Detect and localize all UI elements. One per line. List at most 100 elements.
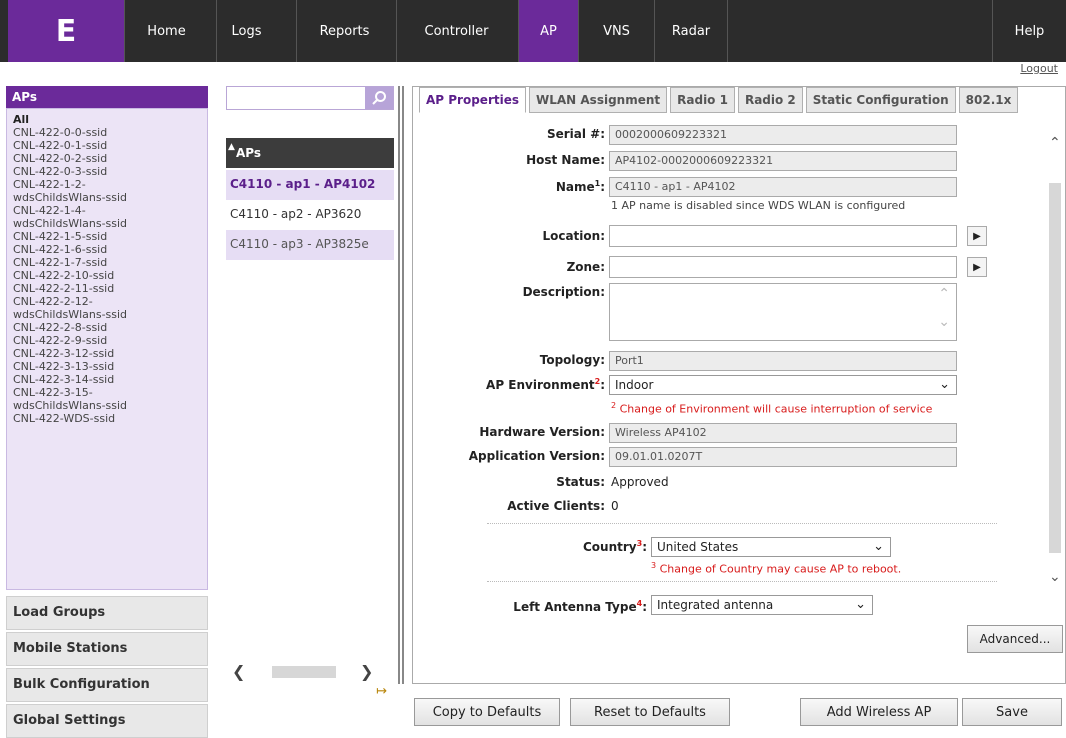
sidebar-item[interactable]: CNL-422-1-7-ssid [13, 256, 201, 269]
tab-ap-properties[interactable]: AP Properties [419, 87, 526, 113]
nav-controller[interactable]: Controller [396, 0, 516, 62]
textarea-up-icon[interactable]: ⌃ [938, 286, 950, 302]
location-input[interactable] [609, 225, 957, 247]
search-icon [372, 91, 386, 105]
country-note-mark: 3 [651, 561, 657, 570]
sidebar-item[interactable]: CNL-422-0-1-ssid [13, 139, 201, 152]
antenna-label-colon: : [642, 600, 647, 614]
sidebar-item[interactable]: CNL-422-WDS-ssid [13, 412, 201, 425]
sidebar-item[interactable]: wdsChildsWlans-ssid [13, 191, 201, 204]
ap-group-list: All CNL-422-0-0-ssid CNL-422-0-1-ssid CNL-… [6, 108, 208, 590]
sidebar-load-groups[interactable]: Load Groups [6, 596, 208, 630]
sidebar-item[interactable]: wdsChildsWlans-ssid [13, 399, 201, 412]
application-version-field: 09.01.01.0207T [609, 447, 957, 467]
chevron-down-icon: ⌄ [939, 377, 950, 392]
tab-8021x[interactable]: 802.1x [958, 87, 1019, 113]
name-label: Name1: [556, 179, 605, 194]
nav-radar[interactable]: Radar [654, 0, 728, 62]
sidebar-item[interactable]: CNL-422-2-8-ssid [13, 321, 201, 334]
tab-wlan-assignment[interactable]: WLAN Assignment [529, 87, 668, 113]
sidebar-item[interactable]: CNL-422-1-2- [13, 178, 201, 191]
ap-search-box [226, 86, 394, 110]
country-label-colon: : [642, 540, 647, 554]
nav-home[interactable]: Home [124, 0, 208, 62]
name-label-colon: : [600, 180, 605, 194]
sidebar-item[interactable]: wdsChildsWlans-ssid [13, 308, 201, 321]
sidebar-item[interactable]: CNL-422-1-5-ssid [13, 230, 201, 243]
sidebar-item[interactable]: CNL-422-0-3-ssid [13, 165, 201, 178]
save-button[interactable]: Save [962, 698, 1062, 726]
ap-row-1[interactable]: C4110 - ap1 - AP4102 [226, 170, 394, 200]
brand-logo[interactable]: E [8, 0, 124, 62]
topology-field: Port1 [609, 351, 957, 371]
play-arrow-icon: ▶ [973, 261, 981, 273]
status-value: Approved [611, 475, 669, 489]
description-textarea[interactable]: ⌃ ⌄ [609, 283, 957, 341]
scroll-left-icon[interactable]: ❮ [232, 662, 245, 681]
ap-list-header[interactable]: ▲ APs [226, 138, 394, 168]
sidebar-item[interactable]: CNL-422-3-14-ssid [13, 373, 201, 386]
sidebar-item-all[interactable]: All [13, 113, 201, 126]
reset-to-defaults-button[interactable]: Reset to Defaults [570, 698, 730, 726]
sidebar-item[interactable]: CNL-422-1-4- [13, 204, 201, 217]
form-vscrollbar[interactable]: ⌃ ⌄ [1045, 135, 1065, 629]
scroll-up-icon[interactable]: ⌃ [1049, 135, 1061, 151]
antenna-select[interactable]: Integrated antenna ⌄ [651, 595, 873, 615]
tab-static-configuration[interactable]: Static Configuration [805, 87, 956, 113]
country-value: United States [657, 540, 739, 554]
zone-input[interactable] [609, 256, 957, 278]
nav-ap[interactable]: AP [518, 0, 578, 62]
country-label: Country3: [583, 539, 647, 554]
serial-label: Serial #: [546, 127, 605, 141]
vscroll-thumb[interactable] [1049, 183, 1061, 553]
serial-field: 0002000609223321 [609, 125, 957, 145]
sidebar-item[interactable]: CNL-422-2-12- [13, 295, 201, 308]
sidebar-item[interactable]: CNL-422-3-12-ssid [13, 347, 201, 360]
nav-reports[interactable]: Reports [296, 0, 392, 62]
sidebar-item[interactable]: CNL-422-2-10-ssid [13, 269, 201, 282]
scroll-right-icon[interactable]: ❯ [360, 662, 373, 681]
sidebar-item[interactable]: CNL-422-0-0-ssid [13, 126, 201, 139]
sidebar-mobile-stations[interactable]: Mobile Stations [6, 632, 208, 666]
hscroll-thumb[interactable] [272, 666, 336, 678]
ap-search-input[interactable] [227, 87, 365, 109]
expand-panel-icon[interactable]: ↦ [376, 684, 387, 699]
nav-logs[interactable]: Logs [216, 0, 276, 62]
environment-select[interactable]: Indoor ⌄ [609, 375, 957, 395]
nav-vns[interactable]: VNS [578, 0, 654, 62]
sidebar-item[interactable]: CNL-422-3-15- [13, 386, 201, 399]
chevron-down-icon: ⌄ [855, 597, 866, 612]
panel-splitter[interactable] [398, 86, 404, 684]
nav-help[interactable]: Help [992, 0, 1066, 62]
textarea-down-icon[interactable]: ⌄ [938, 314, 950, 330]
sidebar-bulk-configuration[interactable]: Bulk Configuration [6, 668, 208, 702]
scroll-down-icon[interactable]: ⌄ [1049, 569, 1061, 585]
add-wireless-ap-button[interactable]: Add Wireless AP [800, 698, 958, 726]
copy-to-defaults-button[interactable]: Copy to Defaults [414, 698, 560, 726]
ap-row-3[interactable]: C4110 - ap3 - AP3825e [226, 230, 394, 260]
tab-radio-1[interactable]: Radio 1 [670, 87, 735, 113]
search-button[interactable] [365, 87, 393, 109]
logout-link[interactable]: Logout [1020, 62, 1058, 75]
sidebar-item[interactable]: CNL-422-1-6-ssid [13, 243, 201, 256]
environment-warning: 2 Change of Environment will cause inter… [611, 401, 932, 416]
ap-properties-panel: AP Properties WLAN Assignment Radio 1 Ra… [412, 86, 1066, 684]
advanced-button[interactable]: Advanced... [967, 625, 1063, 653]
tab-radio-2[interactable]: Radio 2 [737, 87, 803, 113]
environment-label-colon: : [600, 378, 605, 392]
sidebar-item[interactable]: CNL-422-3-13-ssid [13, 360, 201, 373]
sidebar-item[interactable]: CNL-422-2-11-ssid [13, 282, 201, 295]
ap-list-hscrollbar[interactable]: ❮ ❯ [226, 662, 394, 682]
sidebar-item[interactable]: wdsChildsWlans-ssid [13, 217, 201, 230]
location-picker-button[interactable]: ▶ [967, 226, 987, 246]
sidebar-global-settings[interactable]: Global Settings [6, 704, 208, 738]
hardware-version-field: Wireless AP4102 [609, 423, 957, 443]
country-select[interactable]: United States ⌄ [651, 537, 891, 557]
section-divider [487, 523, 997, 524]
host-name-field: AP4102-0002000609223321 [609, 151, 957, 171]
sidebar-item[interactable]: CNL-422-2-9-ssid [13, 334, 201, 347]
sidebar-item[interactable]: CNL-422-0-2-ssid [13, 152, 201, 165]
zone-picker-button[interactable]: ▶ [967, 257, 987, 277]
ap-row-2[interactable]: C4110 - ap2 - AP3620 [226, 200, 394, 230]
location-label: Location: [542, 229, 605, 243]
